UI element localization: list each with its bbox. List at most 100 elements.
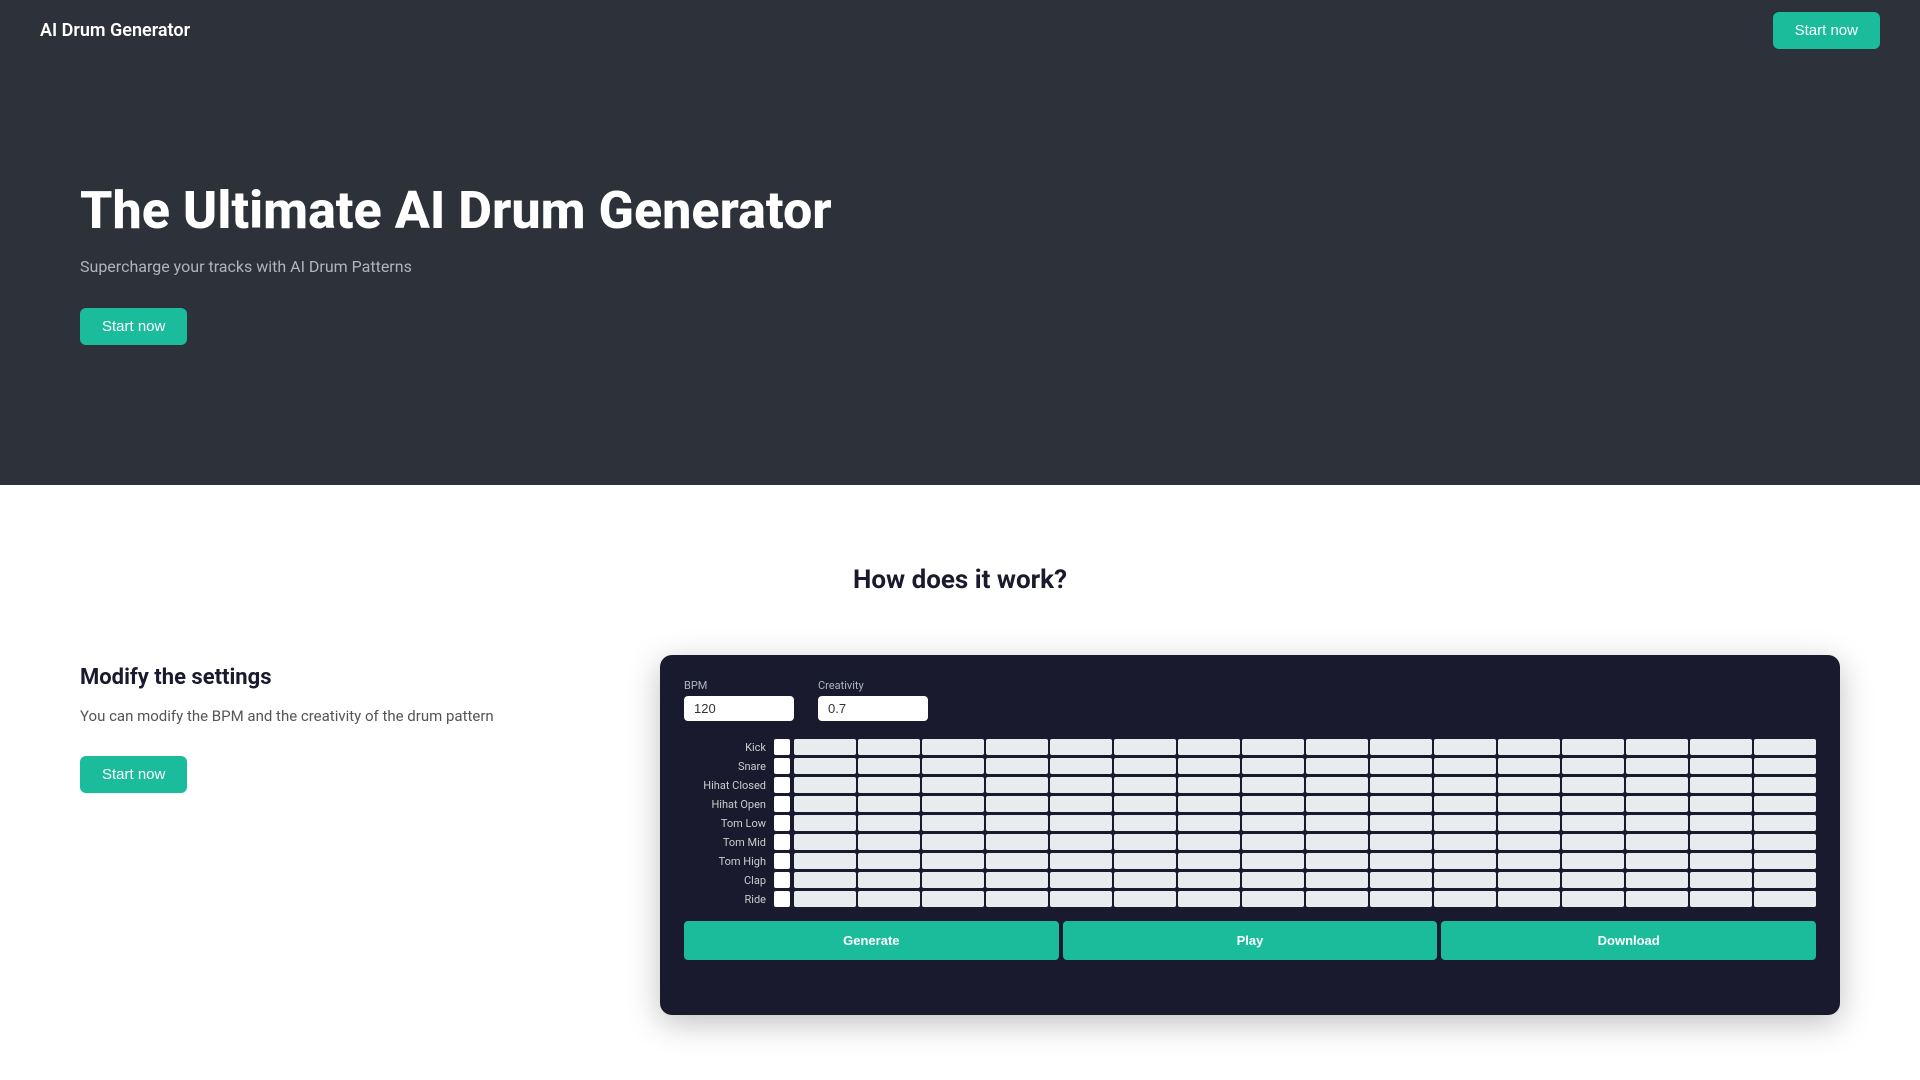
drum-cell[interactable] (922, 758, 984, 774)
drum-cell[interactable] (1370, 758, 1432, 774)
drum-cell[interactable] (1434, 796, 1496, 812)
drum-cell[interactable] (794, 853, 856, 869)
drum-cell[interactable] (1306, 853, 1368, 869)
play-button[interactable]: Play (1063, 921, 1438, 960)
drum-cell[interactable] (1626, 796, 1688, 812)
drum-cell[interactable] (1306, 872, 1368, 888)
drum-cell[interactable] (986, 777, 1048, 793)
nav-start-now-button[interactable]: Start now (1773, 12, 1880, 49)
drum-cell[interactable] (1370, 872, 1432, 888)
drum-cell[interactable] (1050, 796, 1112, 812)
drum-cell[interactable] (986, 796, 1048, 812)
drum-cell[interactable] (1050, 872, 1112, 888)
drum-cell[interactable] (1306, 891, 1368, 907)
drum-cell[interactable] (1178, 796, 1240, 812)
drum-cell[interactable] (922, 853, 984, 869)
drum-cell[interactable] (1050, 853, 1112, 869)
creativity-input[interactable] (818, 696, 928, 721)
drum-cell[interactable] (1242, 853, 1304, 869)
drum-cell[interactable] (1754, 872, 1816, 888)
drum-cell[interactable] (1114, 796, 1176, 812)
drum-cell[interactable] (794, 891, 856, 907)
drum-cell[interactable] (1498, 853, 1560, 869)
drum-cell[interactable] (1114, 853, 1176, 869)
drum-cell[interactable] (1626, 853, 1688, 869)
drum-cell[interactable] (794, 872, 856, 888)
drum-cell[interactable] (1434, 872, 1496, 888)
drum-cell[interactable] (1306, 834, 1368, 850)
drum-cell[interactable] (794, 758, 856, 774)
drum-cell[interactable] (1754, 739, 1816, 755)
drum-cell[interactable] (1114, 872, 1176, 888)
drum-cell[interactable] (1050, 891, 1112, 907)
drum-cell[interactable] (794, 796, 856, 812)
drum-row-checkbox-tom-low[interactable] (774, 815, 790, 831)
drum-cell[interactable] (1370, 891, 1432, 907)
drum-cell[interactable] (1562, 853, 1624, 869)
drum-cell[interactable] (1242, 815, 1304, 831)
drum-cell[interactable] (858, 796, 920, 812)
drum-cell[interactable] (858, 739, 920, 755)
drum-cell[interactable] (1626, 815, 1688, 831)
hero-start-now-button[interactable]: Start now (80, 308, 187, 345)
drum-cell[interactable] (1114, 758, 1176, 774)
drum-cell[interactable] (1370, 853, 1432, 869)
drum-row-checkbox-kick[interactable] (774, 739, 790, 755)
drum-cell[interactable] (1306, 739, 1368, 755)
drum-row-checkbox-snare[interactable] (774, 758, 790, 774)
drum-cell[interactable] (1178, 758, 1240, 774)
drum-cell[interactable] (794, 739, 856, 755)
drum-cell[interactable] (922, 796, 984, 812)
drum-cell[interactable] (1434, 853, 1496, 869)
drum-cell[interactable] (986, 834, 1048, 850)
drum-cell[interactable] (1562, 815, 1624, 831)
drum-cell[interactable] (1370, 777, 1432, 793)
drum-cell[interactable] (1626, 758, 1688, 774)
drum-cell[interactable] (858, 834, 920, 850)
drum-cell[interactable] (1562, 834, 1624, 850)
drum-row-checkbox-tom-mid[interactable] (774, 834, 790, 850)
drum-cell[interactable] (986, 891, 1048, 907)
drum-cell[interactable] (1370, 796, 1432, 812)
drum-cell[interactable] (1434, 815, 1496, 831)
drum-cell[interactable] (1754, 815, 1816, 831)
generate-button[interactable]: Generate (684, 921, 1059, 960)
drum-cell[interactable] (1050, 739, 1112, 755)
drum-cell[interactable] (1562, 796, 1624, 812)
drum-cell[interactable] (922, 891, 984, 907)
bpm-input[interactable] (684, 696, 794, 721)
drum-cell[interactable] (1498, 815, 1560, 831)
drum-cell[interactable] (1498, 891, 1560, 907)
drum-cell[interactable] (1626, 891, 1688, 907)
drum-row-checkbox-tom-high[interactable] (774, 853, 790, 869)
drum-cell[interactable] (1434, 739, 1496, 755)
drum-cell[interactable] (1626, 872, 1688, 888)
drum-cell[interactable] (1242, 777, 1304, 793)
drum-cell[interactable] (1562, 758, 1624, 774)
drum-row-checkbox-hihat-closed[interactable] (774, 777, 790, 793)
drum-row-checkbox-hihat-open[interactable] (774, 796, 790, 812)
drum-cell[interactable] (1050, 777, 1112, 793)
drum-cell[interactable] (1690, 815, 1752, 831)
download-button[interactable]: Download (1441, 921, 1816, 960)
drum-cell[interactable] (858, 872, 920, 888)
drum-cell[interactable] (1114, 891, 1176, 907)
drum-cell[interactable] (922, 739, 984, 755)
drum-cell[interactable] (1242, 739, 1304, 755)
drum-cell[interactable] (1242, 872, 1304, 888)
how-start-now-button[interactable]: Start now (80, 756, 187, 793)
drum-cell[interactable] (922, 872, 984, 888)
drum-cell[interactable] (1754, 834, 1816, 850)
drum-cell[interactable] (1050, 758, 1112, 774)
drum-cell[interactable] (1754, 891, 1816, 907)
drum-cell[interactable] (1626, 834, 1688, 850)
drum-cell[interactable] (1690, 872, 1752, 888)
drum-cell[interactable] (1434, 758, 1496, 774)
drum-cell[interactable] (1562, 739, 1624, 755)
drum-cell[interactable] (1178, 834, 1240, 850)
drum-cell[interactable] (1306, 796, 1368, 812)
drum-cell[interactable] (1178, 853, 1240, 869)
drum-cell[interactable] (1178, 739, 1240, 755)
drum-cell[interactable] (858, 758, 920, 774)
drum-cell[interactable] (1370, 739, 1432, 755)
